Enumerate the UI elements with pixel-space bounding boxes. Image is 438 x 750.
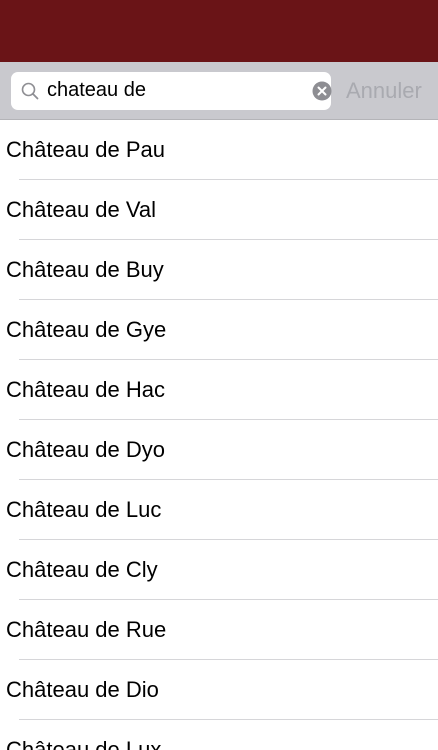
result-item[interactable]: Château de Pau <box>0 120 438 180</box>
search-field[interactable] <box>11 71 332 110</box>
clear-icon[interactable] <box>312 81 332 101</box>
result-item[interactable]: Château de Gye <box>0 300 438 360</box>
result-item[interactable]: Château de Dio <box>0 660 438 720</box>
search-screen: Annuler Château de Pau Château de Val Ch… <box>0 0 438 750</box>
result-item[interactable]: Château de Val <box>0 180 438 240</box>
navigation-bar <box>0 0 438 62</box>
result-item[interactable]: Château de Luc <box>0 480 438 540</box>
search-icon <box>21 81 39 101</box>
result-item[interactable]: Château de Cly <box>0 540 438 600</box>
cancel-button[interactable]: Annuler <box>346 78 422 104</box>
result-item[interactable]: Château de Hac <box>0 360 438 420</box>
search-bar: Annuler <box>0 62 438 120</box>
result-item[interactable]: Château de Rue <box>0 600 438 660</box>
result-item[interactable]: Château de Buy <box>0 240 438 300</box>
search-input[interactable] <box>47 75 312 106</box>
result-item[interactable]: Château de Dyo <box>0 420 438 480</box>
results-list: Château de Pau Château de Val Château de… <box>0 120 438 750</box>
result-item[interactable]: Château de Lux <box>0 720 438 750</box>
